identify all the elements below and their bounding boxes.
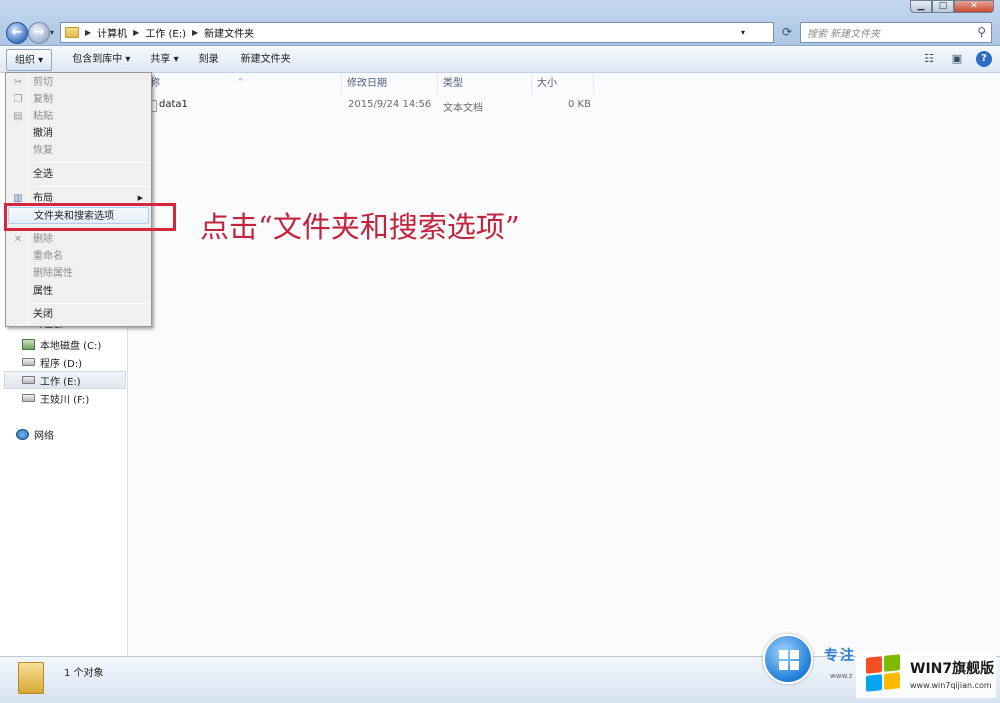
scissors-icon: ✂	[13, 77, 23, 88]
item-count: 1 个对象	[64, 668, 104, 679]
forward-button[interactable]: →	[28, 22, 50, 44]
file-size: 0 KB	[568, 99, 591, 110]
organize-button[interactable]: 组织 ▾	[6, 48, 53, 71]
file-name[interactable]: data1	[159, 99, 188, 115]
windows-flag-logo	[866, 654, 900, 692]
system-drive-icon	[22, 338, 35, 350]
close-button[interactable]: ✕	[954, 0, 994, 13]
network-icon	[16, 428, 29, 440]
minimize-button[interactable]: ▁	[910, 0, 932, 13]
breadcrumb-new-folder[interactable]: 新建文件夹	[204, 25, 254, 40]
menu-item-close[interactable]: 关闭	[8, 306, 149, 323]
menu-item-label: 剪切	[33, 77, 53, 88]
menu-separator	[34, 303, 149, 304]
menu-item-label: 撤消	[33, 128, 53, 139]
command-bar: 组织 ▾ 包含到库中 ▾ 共享 ▾ 刻录 新建文件夹 ☷ ▾ ▣ ?	[0, 47, 1000, 83]
menu-item-label: 属性	[33, 286, 53, 297]
windows-orb-logo	[763, 634, 813, 684]
nav-drive-label: 本地磁盘 (C:)	[40, 340, 102, 352]
back-button[interactable]: ←	[6, 22, 28, 44]
drive-icon	[22, 394, 35, 402]
menu-item-label: 删除属性	[33, 268, 73, 279]
search-placeholder: 搜索 新建文件夹	[807, 29, 881, 40]
drive-icon	[22, 376, 35, 384]
nav-drive-c[interactable]: 本地磁盘 (C:)	[22, 335, 101, 353]
menu-item-rename[interactable]: 重命名	[8, 248, 149, 265]
watermark-site-text: 专注	[824, 648, 856, 664]
chevron-right-icon[interactable]: ▶	[192, 28, 198, 37]
watermark-small-url: www.z	[830, 672, 853, 680]
file-date: 2015/9/24 14:56	[348, 99, 432, 110]
drive-icon	[22, 358, 35, 366]
menu-item-copy[interactable]: ❐ 复制	[8, 91, 149, 108]
preview-pane-icon[interactable]: ▣	[948, 50, 966, 68]
menu-item-cut[interactable]: ✂ 剪切	[8, 74, 149, 91]
column-header-date[interactable]: 修改日期	[342, 74, 438, 94]
menu-separator	[34, 186, 149, 187]
menu-item-label: 全选	[33, 169, 53, 180]
maximize-button[interactable]: □	[932, 0, 954, 13]
new-folder-button[interactable]: 新建文件夹	[233, 49, 299, 71]
column-header-name[interactable]: ^ 称	[129, 74, 342, 94]
view-options-icon[interactable]: ☷ ▾	[920, 50, 938, 83]
menu-item-label: 粘贴	[33, 111, 53, 122]
address-dropdown-icon[interactable]: ▾	[741, 28, 745, 37]
nav-drive-e[interactable]: 工作 (E:)	[22, 371, 81, 389]
organize-menu: ✂ 剪切 ❐ 复制 ▤ 粘贴 撤消 恢复 全选 ▥ 布局 ▶ 文件夹和搜索选项 …	[5, 72, 152, 327]
delete-icon: ✕	[13, 234, 23, 245]
include-in-library-button[interactable]: 包含到库中 ▾	[64, 49, 138, 71]
address-bar[interactable]: ▶ 计算机 ▶ 工作 (E:) ▶ 新建文件夹 ▾	[60, 22, 774, 43]
nav-network[interactable]: 网络	[16, 425, 54, 443]
nav-drive-d[interactable]: 程序 (D:)	[22, 353, 82, 371]
menu-item-select-all[interactable]: 全选	[8, 166, 149, 183]
nav-network-label: 网络	[34, 430, 54, 442]
column-header-type[interactable]: 类型	[438, 74, 532, 94]
breadcrumb-drive-e[interactable]: 工作 (E:)	[145, 25, 186, 40]
menu-item-label: 关闭	[33, 309, 53, 320]
folder-icon	[18, 662, 44, 694]
file-list: ^ 称 修改日期 类型 大小 data1 2015/9/24 14:56 文本文…	[129, 74, 1000, 656]
recent-pages-dropdown-icon[interactable]: ▾	[50, 28, 54, 37]
instruction-annotation: 点击“文件夹和搜索选项”	[200, 210, 520, 244]
highlight-box	[4, 203, 176, 231]
watermark-title: WIN7旗舰版	[910, 661, 995, 677]
nav-drive-label: 王妓川 (F:)	[40, 394, 90, 406]
column-header-size[interactable]: 大小	[532, 74, 594, 94]
search-input[interactable]: 搜索 新建文件夹 ⚲	[800, 22, 992, 43]
refresh-icon[interactable]: ⟳	[778, 22, 796, 43]
search-icon[interactable]: ⚲	[977, 25, 986, 39]
sort-ascending-icon: ^	[237, 77, 244, 86]
nav-drive-label: 工作 (E:)	[40, 376, 81, 388]
chevron-right-icon[interactable]: ▶	[85, 28, 91, 37]
title-bar: ▁ □ ✕ ← → ▾ ▶ 计算机 ▶ 工作 (E:) ▶ 新建文件夹 ▾ ⟳ …	[0, 0, 1000, 46]
menu-item-label: 重命名	[33, 251, 63, 262]
menu-item-redo[interactable]: 恢复	[8, 142, 149, 159]
menu-item-properties[interactable]: 属性	[8, 283, 149, 300]
breadcrumb-computer[interactable]: 计算机	[97, 25, 127, 40]
menu-item-label: 恢复	[33, 145, 53, 156]
nav-drive-f[interactable]: 王妓川 (F:)	[22, 389, 89, 407]
watermark-url: www.win7qijian.com	[910, 681, 992, 690]
burn-button[interactable]: 刻录	[191, 49, 227, 71]
folder-icon	[65, 27, 79, 38]
paste-icon: ▤	[13, 111, 23, 122]
menu-item-remove-properties[interactable]: 删除属性	[8, 265, 149, 282]
menu-item-paste[interactable]: ▤ 粘贴	[8, 108, 149, 125]
chevron-right-icon[interactable]: ▶	[133, 28, 139, 37]
share-button[interactable]: 共享 ▾	[142, 49, 186, 71]
file-type: 文本文档	[443, 103, 483, 114]
menu-item-delete[interactable]: ✕ 删除	[8, 231, 149, 248]
menu-item-label: 复制	[33, 94, 53, 105]
menu-separator	[34, 162, 149, 163]
copy-icon: ❐	[13, 94, 23, 105]
nav-drive-label: 程序 (D:)	[40, 358, 83, 370]
menu-item-label: 删除	[33, 234, 53, 245]
menu-item-undo[interactable]: 撤消	[8, 125, 149, 142]
help-icon[interactable]: ?	[976, 51, 992, 67]
